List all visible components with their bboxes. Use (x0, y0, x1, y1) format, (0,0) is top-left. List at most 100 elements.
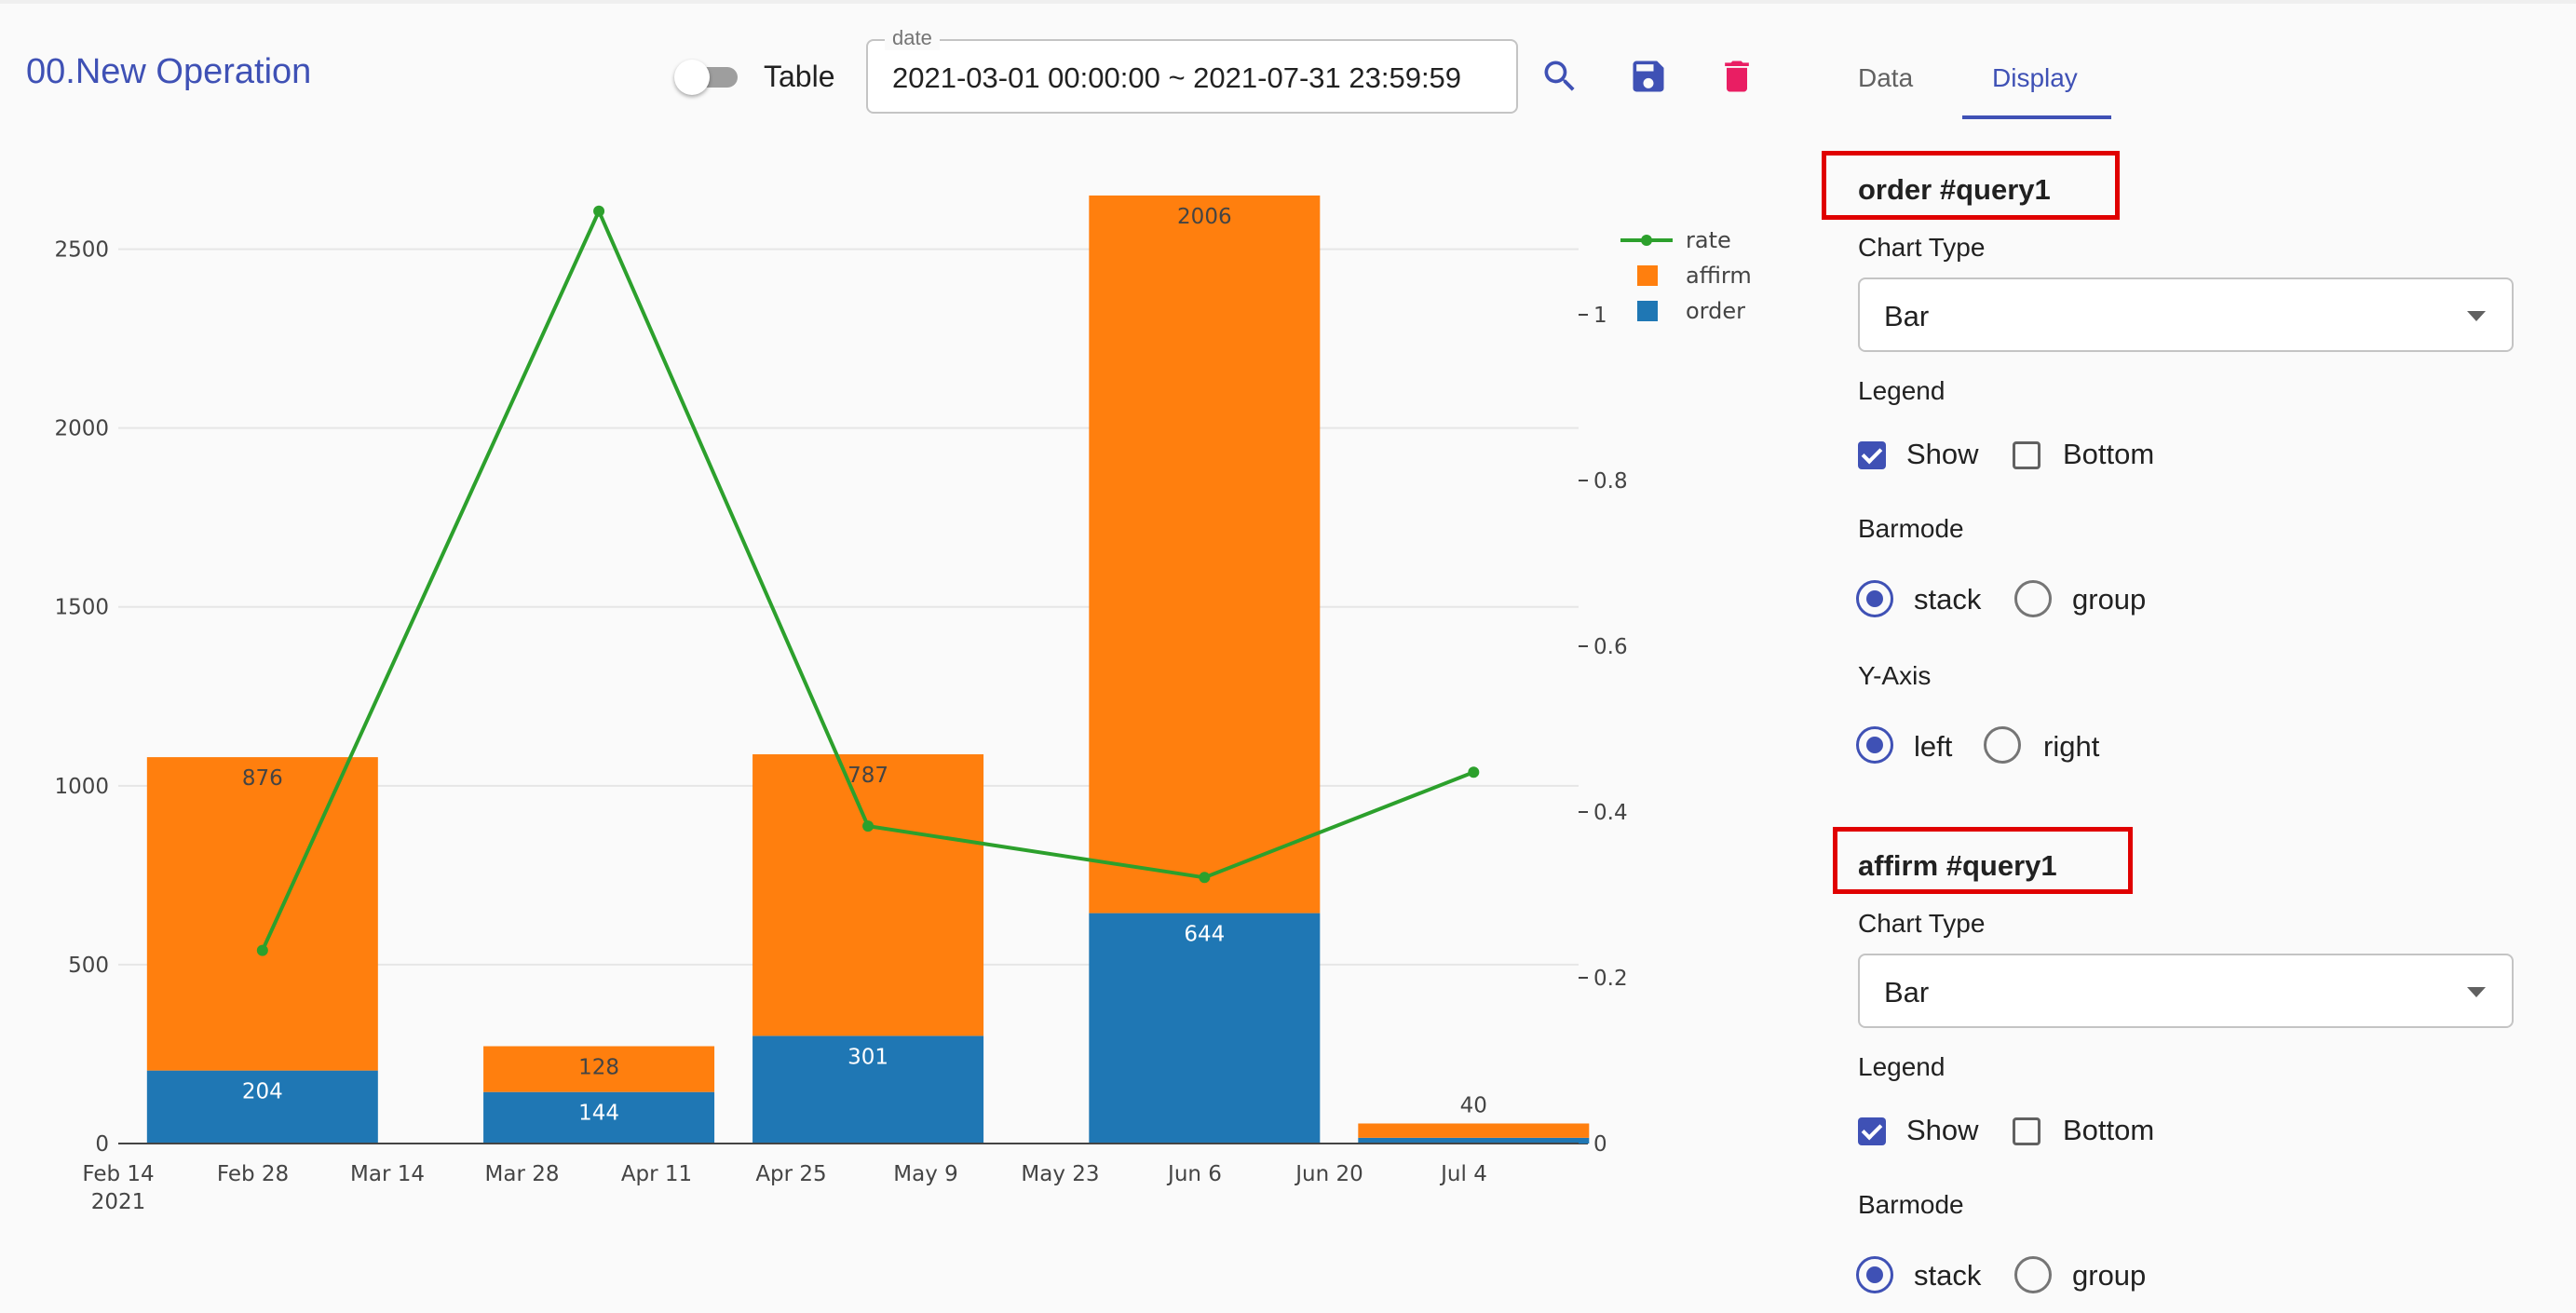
barmode-group-label: group (2072, 583, 2147, 616)
legend-show-checkbox[interactable] (1858, 441, 1886, 469)
rate-point (1468, 766, 1480, 778)
legend-bottom-label: Bottom (2063, 1114, 2155, 1146)
y-right-tick-label: 0.2 (1593, 967, 1628, 991)
x-tick-label: Apr 11 (621, 1162, 692, 1186)
legend-label-affirm: affirm (1686, 263, 1752, 289)
y-right-tick-label: 0 (1593, 1132, 1607, 1157)
chart-type-value: Bar (1884, 300, 1930, 332)
legend-swatch-order (1637, 301, 1658, 321)
chart-type-label: Chart Type (1858, 233, 1986, 262)
legend-bottom-checkbox[interactable] (2013, 1117, 2040, 1145)
bar-order (1089, 913, 1321, 1144)
legend-label-rate: rate (1686, 227, 1731, 253)
rate-point (593, 205, 605, 217)
delete-button[interactable] (1709, 48, 1765, 104)
toggle-knob (674, 60, 710, 95)
barmode-label: Barmode (1858, 514, 1964, 543)
dropdown-arrow-icon (2467, 987, 2486, 997)
chart-type-select[interactable]: Bar (1858, 277, 2514, 352)
bar-order-label: 204 (242, 1080, 283, 1104)
legend-label-order: order (1686, 298, 1745, 324)
yaxis-left-label: left (1914, 730, 1953, 763)
barmode-group-label: group (2072, 1259, 2147, 1292)
table-toggle[interactable] (674, 60, 739, 95)
x-tick-label: Mar 14 (350, 1162, 425, 1186)
legend-bottom-checkbox[interactable] (2013, 441, 2040, 469)
y-right-tick-label: 1 (1593, 304, 1607, 328)
chart-type-value: Bar (1884, 976, 1930, 1008)
search-button[interactable] (1532, 48, 1588, 104)
bar-order-label: 644 (1184, 923, 1225, 947)
barmode-stack-label: stack (1914, 583, 1982, 616)
dropdown-arrow-icon (2467, 311, 2486, 321)
y-right-tick-label: 0.6 (1593, 635, 1628, 659)
legend-show-label: Show (1906, 1114, 1979, 1146)
bar-order-label: 144 (578, 1102, 619, 1126)
table-toggle-label: Table (764, 60, 835, 93)
bar-affirm (1089, 195, 1321, 914)
x-tick-label: Jul 4 (1439, 1162, 1487, 1186)
x-tick-label: Feb 28 (217, 1162, 289, 1186)
tab-data[interactable]: Data (1858, 63, 1913, 93)
bar-affirm (146, 757, 378, 1071)
bar-affirm-label: 2006 (1177, 205, 1232, 229)
legend-label: Legend (1858, 1052, 1946, 1081)
x-year-label: 2021 (91, 1190, 146, 1214)
x-tick-label: Feb 14 (82, 1162, 154, 1186)
bar-affirm (752, 754, 984, 1036)
bar-affirm-label: 787 (847, 764, 888, 788)
delete-icon (1725, 61, 1749, 92)
chart-type-label: Chart Type (1858, 909, 1986, 938)
bar-affirm-label: 128 (578, 1056, 619, 1080)
barmode-label: Barmode (1858, 1190, 1964, 1219)
date-range-field[interactable]: date 2021-03-01 00:00:00 ~ 2021-07-31 23… (866, 26, 1518, 114)
save-icon (1633, 61, 1664, 92)
stacked-bar-chart: 0 500 1000 1500 2000 2500 0 0.2 0.4 0.6 0.8 1 Feb 14… (54, 195, 1752, 1214)
x-tick-label: Apr 25 (755, 1162, 826, 1186)
x-tick-label: Jun 20 (1294, 1162, 1363, 1186)
yaxis-left-radio[interactable] (1856, 726, 1893, 764)
bar-order-label: 301 (847, 1045, 888, 1069)
barmode-stack-radio[interactable] (1856, 1256, 1893, 1293)
rate-point (1199, 872, 1211, 884)
legend-bottom-label: Bottom (2063, 438, 2155, 470)
x-tick-label: Jun 6 (1166, 1162, 1222, 1186)
legend-swatch-affirm (1637, 265, 1658, 286)
legend-show-label: Show (1906, 438, 1979, 470)
search-icon (1544, 61, 1575, 91)
y-left-tick-label: 2500 (54, 238, 109, 263)
barmode-group-radio[interactable] (2014, 580, 2052, 617)
top-divider (0, 0, 2576, 4)
yaxis-right-label: right (2043, 730, 2100, 763)
save-button[interactable] (1620, 48, 1676, 104)
x-tick-label: May 23 (1021, 1162, 1099, 1186)
date-field-label: date (885, 26, 940, 50)
legend-label: Legend (1858, 376, 1946, 405)
tab-indicator (1962, 115, 2111, 119)
tab-display[interactable]: Display (1992, 63, 2078, 93)
chart-type-select[interactable]: Bar (1858, 954, 2514, 1028)
rate-point (862, 820, 874, 832)
y-left-tick-label: 1500 (54, 596, 109, 620)
barmode-group-radio[interactable] (2014, 1256, 2052, 1293)
yaxis-right-radio[interactable] (1984, 726, 2021, 764)
legend-show-checkbox[interactable] (1858, 1117, 1886, 1145)
date-range-value: 2021-03-01 00:00:00 ~ 2021-07-31 23:59:5… (892, 61, 1462, 94)
yaxis-label: Y-Axis (1858, 661, 1932, 690)
y-left-tick-label: 0 (95, 1132, 109, 1157)
barmode-stack-radio[interactable] (1856, 580, 1893, 617)
y-left-tick-label: 500 (68, 954, 109, 978)
barmode-stack-label: stack (1914, 1259, 1982, 1292)
y-left-tick-label: 1000 (54, 775, 109, 799)
legend-swatch-rate-point (1641, 235, 1652, 246)
section-title: order #query1 (1858, 173, 2051, 206)
section-title: affirm #query1 (1858, 849, 2057, 882)
x-tick-label: May 9 (893, 1162, 958, 1186)
y-left-tick-label: 2000 (54, 417, 109, 441)
y-right-tick-label: 0.4 (1593, 801, 1628, 825)
x-tick-label: Mar 28 (485, 1162, 560, 1186)
y-right-tick-label: 0.8 (1593, 469, 1628, 494)
rate-point (256, 944, 268, 956)
bar-affirm (1358, 1123, 1590, 1138)
page-title: 00.New Operation (26, 52, 312, 91)
